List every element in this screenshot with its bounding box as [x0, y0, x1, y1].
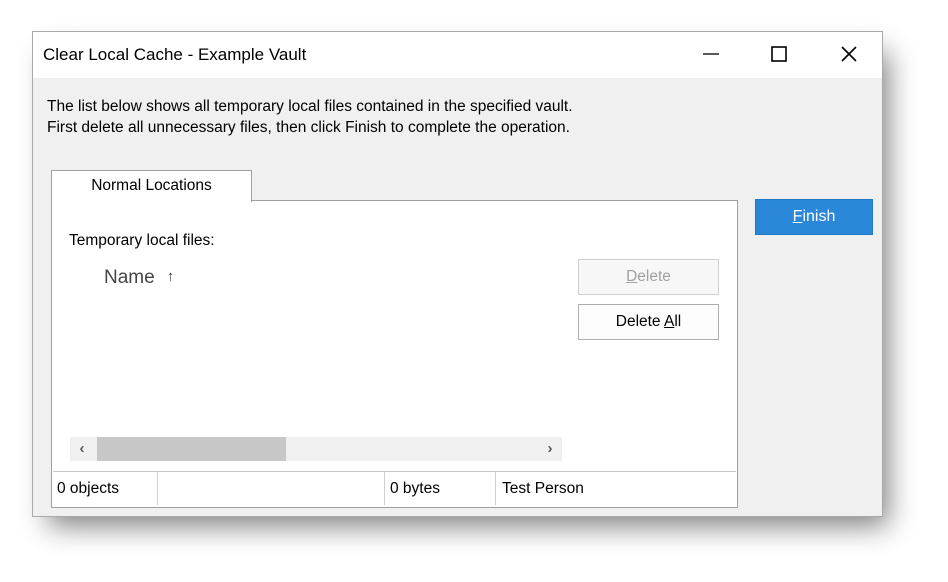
- temporary-files-label: Temporary local files:: [69, 232, 215, 249]
- maximize-icon: [771, 46, 787, 62]
- finish-mnemonic: F: [792, 208, 803, 225]
- status-user: Test Person: [502, 480, 584, 497]
- close-icon: [841, 46, 857, 62]
- delete-mnemonic: D: [626, 268, 638, 285]
- maximize-button[interactable]: [745, 32, 813, 76]
- clear-cache-dialog: Clear Local Cache - Example Vault The li…: [32, 31, 883, 517]
- name-column-header[interactable]: Name ↑: [104, 267, 174, 289]
- arrow-up-icon: ↑: [166, 268, 175, 285]
- finish-button[interactable]: Finish: [755, 199, 873, 235]
- status-object-count: 0 objects: [53, 472, 158, 505]
- instructions: The list below shows all temporary local…: [47, 96, 573, 138]
- delete-all-mnemonic: A: [664, 313, 675, 330]
- name-column-label: Name: [104, 267, 155, 288]
- status-size: 0 bytes: [385, 472, 496, 505]
- window-title: Clear Local Cache - Example Vault: [43, 45, 307, 64]
- finish-label-rest: inish: [802, 208, 836, 225]
- close-button[interactable]: [815, 32, 883, 76]
- instructions-line-2: First delete all unnecessary files, then…: [47, 119, 570, 136]
- delete-all-label-prefix: Delete: [615, 313, 665, 330]
- title-bar: Clear Local Cache - Example Vault: [33, 32, 882, 78]
- delete-label-rest: elete: [637, 268, 671, 285]
- status-bar: 0 objects 0 bytes Test Person: [53, 471, 736, 505]
- scrollbar-thumb[interactable]: [97, 437, 286, 461]
- delete-all-label-rest: ll: [674, 313, 682, 330]
- scroll-left-icon[interactable]: ‹: [70, 439, 94, 459]
- minimize-button[interactable]: [677, 32, 745, 76]
- delete-button[interactable]: Delete: [578, 259, 719, 295]
- scroll-right-icon[interactable]: ›: [538, 439, 562, 459]
- tab-normal-locations[interactable]: Normal Locations: [51, 170, 252, 202]
- tab-panel: Temporary local files: Name ↑ Delete Dele…: [51, 200, 738, 508]
- instructions-line-1: The list below shows all temporary local…: [47, 98, 573, 115]
- delete-all-button[interactable]: Delete All: [578, 304, 719, 340]
- minimize-icon: [703, 53, 719, 55]
- status-empty-cell: [158, 472, 385, 505]
- horizontal-scrollbar[interactable]: ‹ ›: [70, 437, 562, 461]
